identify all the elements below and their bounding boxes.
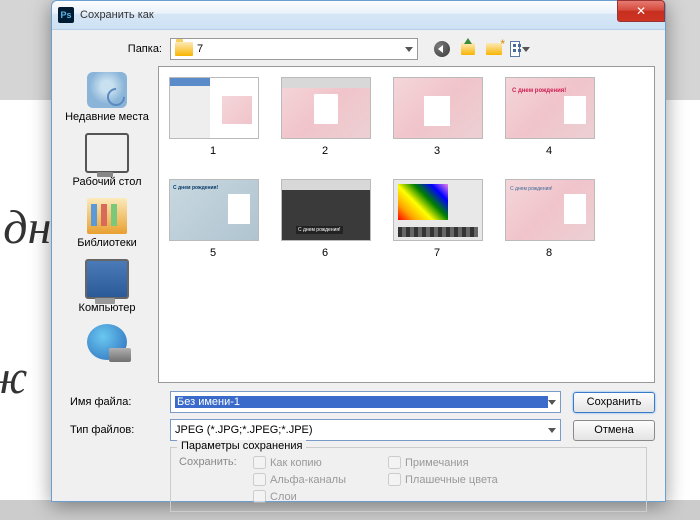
sidebar-computer[interactable]: Компьютер (62, 257, 152, 316)
recent-icon (87, 72, 127, 108)
thumbnail-icon (393, 77, 483, 139)
file-thumb[interactable]: 2 (281, 77, 369, 157)
file-name: 2 (281, 145, 369, 157)
folder-dropdown[interactable]: 7 (170, 38, 418, 60)
file-name: 7 (393, 247, 481, 259)
photoshop-icon: Ps (58, 7, 74, 23)
background-text: с дн (0, 200, 51, 255)
sidebar-desktop[interactable]: Рабочий стол (62, 131, 152, 190)
chevron-down-icon (548, 400, 556, 405)
params-title: Параметры сохранения (177, 440, 306, 452)
new-folder-button[interactable] (484, 39, 504, 59)
back-button[interactable] (432, 39, 452, 59)
chk-as-copy[interactable]: Как копию (253, 456, 346, 469)
filetype-value: JPEG (*.JPG;*.JPEG;*.JPE) (175, 424, 548, 436)
save-params-group: Параметры сохранения Сохранить: Как копи… (170, 447, 647, 512)
filetype-dropdown[interactable]: JPEG (*.JPG;*.JPEG;*.JPE) (170, 419, 561, 441)
thumbnail-icon (281, 179, 371, 241)
libraries-icon (87, 198, 127, 234)
sidebar-network[interactable] (62, 322, 152, 365)
save-as-dialog: Ps Сохранить как ✕ Папка: 7 Недавние мес… (51, 0, 666, 502)
chk-layers[interactable]: Слои (253, 490, 346, 503)
chevron-down-icon (548, 428, 556, 433)
save-button[interactable]: Сохранить (573, 392, 655, 413)
thumbnail-icon (281, 77, 371, 139)
network-icon (87, 324, 127, 360)
up-button[interactable] (458, 39, 478, 59)
file-thumb[interactable]: 8 (505, 179, 593, 259)
filename-value: Без имени-1 (175, 396, 548, 408)
dialog-title: Сохранить как (80, 9, 617, 21)
file-thumb[interactable]: 5 (169, 179, 257, 259)
desktop-icon (85, 133, 129, 173)
thumbnail-icon (169, 179, 259, 241)
filename-label: Имя файла: (62, 396, 170, 408)
computer-icon (85, 259, 129, 299)
sidebar-item-label: Рабочий стол (64, 176, 150, 188)
cancel-button[interactable]: Отмена (573, 420, 655, 441)
file-name: 8 (505, 247, 593, 259)
thumbnail-icon (505, 77, 595, 139)
thumbnail-icon (169, 77, 259, 139)
thumbnail-icon (505, 179, 595, 241)
file-name: 3 (393, 145, 481, 157)
chk-notes[interactable]: Примечания (388, 456, 498, 469)
filename-input[interactable]: Без имени-1 (170, 391, 561, 413)
new-folder-icon (486, 43, 502, 55)
file-thumb[interactable]: 4 (505, 77, 593, 157)
file-name: 6 (281, 247, 369, 259)
file-thumb[interactable]: 7 (393, 179, 481, 259)
file-list[interactable]: 1 2 3 4 5 6 7 8 (158, 66, 655, 383)
folder-icon (175, 42, 193, 56)
close-button[interactable]: ✕ (617, 0, 665, 22)
folder-label: Папка: (62, 43, 170, 55)
chevron-down-icon (522, 47, 530, 52)
save-opts-label: Сохранить: (179, 456, 253, 468)
filetype-label: Тип файлов: (62, 424, 170, 436)
sidebar-item-label: Библиотеки (64, 237, 150, 249)
chevron-down-icon (405, 47, 413, 52)
file-thumb[interactable]: 1 (169, 77, 257, 157)
thumbnail-icon (393, 179, 483, 241)
chk-alpha[interactable]: Альфа-каналы (253, 473, 346, 486)
file-thumb[interactable]: 3 (393, 77, 481, 157)
background-text: ож (0, 350, 27, 405)
file-name: 1 (169, 145, 257, 157)
sidebar-libraries[interactable]: Библиотеки (62, 196, 152, 251)
sidebar-item-label: Недавние места (64, 111, 150, 123)
file-name: 5 (169, 247, 257, 259)
back-icon (434, 41, 450, 57)
titlebar: Ps Сохранить как ✕ (52, 1, 665, 30)
up-folder-icon (461, 43, 475, 55)
file-name: 4 (505, 145, 593, 157)
file-thumb[interactable]: 6 (281, 179, 369, 259)
view-menu-button[interactable] (510, 39, 530, 59)
view-icon (510, 41, 520, 57)
sidebar-recent[interactable]: Недавние места (62, 70, 152, 125)
chk-spot[interactable]: Плашечные цвета (388, 473, 498, 486)
folder-value: 7 (197, 43, 405, 55)
places-sidebar: Недавние места Рабочий стол Библиотеки К… (62, 66, 152, 383)
